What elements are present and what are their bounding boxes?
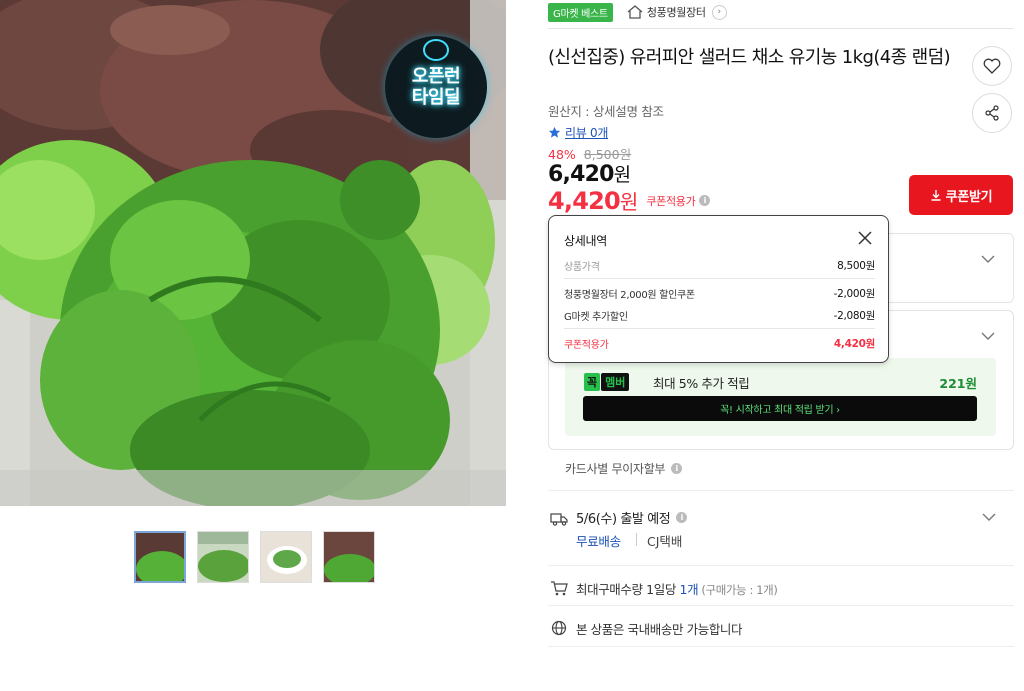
badge-line-2: 타임딜: [411, 87, 461, 108]
wishlist-button[interactable]: [972, 46, 1012, 86]
popup-row-price: 상품가격 8,500원: [564, 258, 875, 273]
popup-row-label: 쿠폰적용가: [564, 340, 609, 351]
club-start-button[interactable]: 꼭! 시작하고 최대 적립 받기 ›: [583, 396, 977, 421]
download-icon: [931, 190, 941, 201]
info-icon[interactable]: i: [671, 463, 683, 474]
club-logo-m: 멤버: [601, 373, 630, 391]
thumbnail-1[interactable]: [134, 531, 186, 583]
sale-price: 6,420원: [548, 160, 631, 187]
card-installment-label: 카드사별 무이자할부: [565, 462, 666, 476]
divider: [548, 646, 1014, 647]
thumbnail-3[interactable]: [260, 531, 312, 583]
divider: [564, 328, 875, 329]
free-shipping: 무료배송: [576, 534, 621, 549]
popup-row-value: 4,420원: [833, 338, 875, 350]
divider: [564, 278, 875, 279]
info-icon[interactable]: i: [676, 512, 688, 523]
coupon-price-unit: 원: [619, 190, 639, 214]
card-installment[interactable]: 카드사별 무이자할부 i: [565, 460, 683, 477]
max-purchase-qty: 최대구매수량 1일당 1개 (구매가능 : 1개): [576, 579, 778, 598]
home-icon: [627, 5, 643, 19]
truck-icon: [550, 513, 568, 526]
product-title: (신선집중) 유러피안 샐러드 채소 유기농 1kg(4종 랜덤): [548, 47, 951, 68]
coupon-price-number: 4,420: [548, 186, 621, 215]
chevron-down-icon[interactable]: [982, 512, 996, 522]
sale-price-unit: 원: [613, 164, 631, 186]
popup-title: 상세내역: [564, 234, 607, 248]
share-button[interactable]: [972, 93, 1012, 133]
time-deal-badge: 오픈런 타임딜: [385, 36, 487, 138]
seller-bar: G마켓 베스트 청풍명월장터 ›: [548, 0, 1014, 24]
popup-row-value: 8,500원: [837, 260, 875, 272]
review-count[interactable]: 리뷰 0개: [565, 124, 608, 141]
club-logo-k: 꼭: [584, 373, 601, 391]
coupon-price: 4,420 원 쿠폰적용가 i: [548, 186, 711, 215]
divider: [548, 605, 1014, 606]
shipping-carrier: CJ택배: [647, 534, 683, 549]
chevron-down-icon[interactable]: [981, 331, 995, 341]
origin-info: 원산지 : 상세설명 참조: [548, 104, 664, 119]
get-coupon-label: 쿠폰받기: [945, 189, 993, 205]
thumbnail-2[interactable]: [197, 531, 249, 583]
thumbnail-strip: [134, 531, 375, 583]
store-name-link[interactable]: 청풍명월장터: [647, 4, 706, 20]
get-coupon-button[interactable]: 쿠폰받기: [909, 175, 1013, 215]
thumbnail-4[interactable]: [323, 531, 375, 583]
store-arrow-button[interactable]: ›: [711, 4, 727, 20]
club-benefit-text: 최대 5% 추가 적립: [653, 376, 750, 391]
max-qty-value: 1개: [679, 582, 699, 597]
separator: [636, 533, 637, 546]
divider: [548, 565, 1014, 566]
alarm-clock-icon: [423, 39, 449, 61]
cart-icon: [551, 581, 568, 596]
close-icon[interactable]: [857, 230, 873, 246]
divider: [548, 490, 1014, 491]
badge-line-1: 오픈런: [411, 66, 461, 87]
popup-row-value: -2,000원: [833, 288, 876, 300]
main-product-image[interactable]: 오픈런 타임딜: [0, 0, 506, 506]
gmarket-best-badge: G마켓 베스트: [548, 2, 613, 22]
coupon-price-tag[interactable]: 쿠폰적용가: [646, 193, 695, 209]
popup-row-store-coupon: 청풍명월장터 2,000원 할인쿠폰 -2,000원: [564, 286, 875, 301]
popup-row-label: 청풍명월장터 2,000원 할인쿠폰: [564, 290, 695, 301]
domestic-shipping-notice: 본 상품은 국내배송만 가능합니다: [576, 622, 743, 637]
star-icon: [548, 126, 561, 138]
popup-row-label: G마켓 추가할인: [564, 312, 628, 323]
club-reward-amount: 221원: [939, 376, 977, 391]
share-icon: [985, 105, 999, 121]
max-qty-prefix: 최대구매수량 1일당: [576, 582, 680, 597]
review-link[interactable]: 리뷰 0개: [548, 124, 608, 141]
heart-icon: [983, 58, 1001, 74]
shipping-date: 5/6(수) 출발 예정 i: [576, 508, 688, 527]
club-logo: 꼭 멤버: [584, 373, 630, 391]
chevron-down-icon[interactable]: [981, 254, 995, 264]
info-icon[interactable]: i: [699, 195, 711, 206]
max-qty-note: (구매가능 : 1개): [698, 583, 778, 597]
popup-row-value: -2,080원: [833, 310, 876, 322]
shipping-date-text: 5/6(수) 출발 예정: [576, 512, 671, 527]
price-detail-popup: 상세내역 상품가격 8,500원 청풍명월장터 2,000원 할인쿠폰 -2,0…: [548, 215, 889, 363]
globe-icon: [551, 620, 567, 636]
popup-row-total: 쿠폰적용가 4,420원: [564, 336, 875, 351]
sale-price-number: 6,420: [548, 162, 614, 187]
popup-row-extra-discount: G마켓 추가할인 -2,080원: [564, 308, 875, 323]
club-membership-box: 꼭 멤버 최대 5% 추가 적립 221원 꼭! 시작하고 최대 적립 받기 ›: [565, 358, 996, 436]
popup-row-label: 상품가격: [564, 262, 600, 273]
divider: [548, 28, 1014, 29]
